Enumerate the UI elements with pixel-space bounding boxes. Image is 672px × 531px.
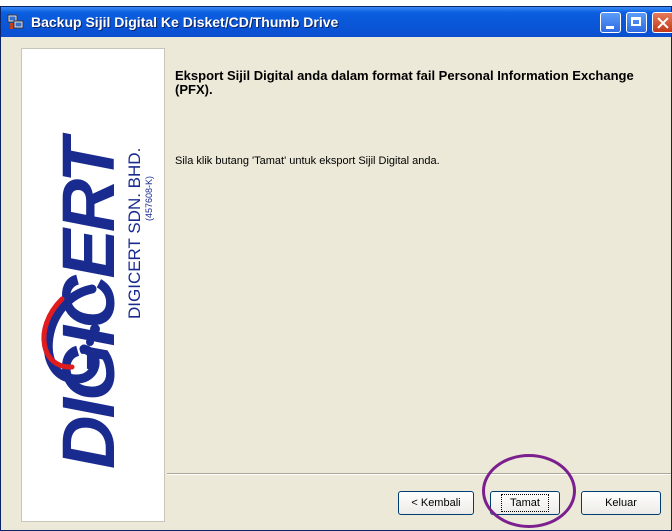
exit-button[interactable]: Keluar [581,491,661,515]
minimize-icon[interactable] [600,12,621,33]
logo-company-text: DIGICERT SDN. BHD. [125,148,144,319]
page-heading: Eksport Sijil Digital anda dalam format … [175,68,634,97]
logo-reg-text: (457608-K) [144,176,154,221]
digicert-logo-panel: DIGICERT DIGICERT SDN. BHD. (457608-K) [21,48,165,522]
network-computer-icon [7,14,24,29]
maximize-icon[interactable] [626,12,647,33]
back-button[interactable]: < Kembali [398,491,474,515]
backup-wizard-window: Backup Sijil Digital Ke Disket/CD/Thumb … [0,6,672,531]
highlight-circle [482,454,576,528]
button-separator [167,473,671,475]
close-icon[interactable] [652,12,672,33]
title-bar[interactable]: Backup Sijil Digital Ke Disket/CD/Thumb … [1,7,672,37]
digicert-logo: DIGICERT DIGICERT SDN. BHD. (457608-K) [41,132,154,469]
window-title: Backup Sijil Digital Ke Disket/CD/Thumb … [31,14,339,30]
instruction-text: Sila klik butang 'Tamat' untuk eksport S… [175,155,440,167]
